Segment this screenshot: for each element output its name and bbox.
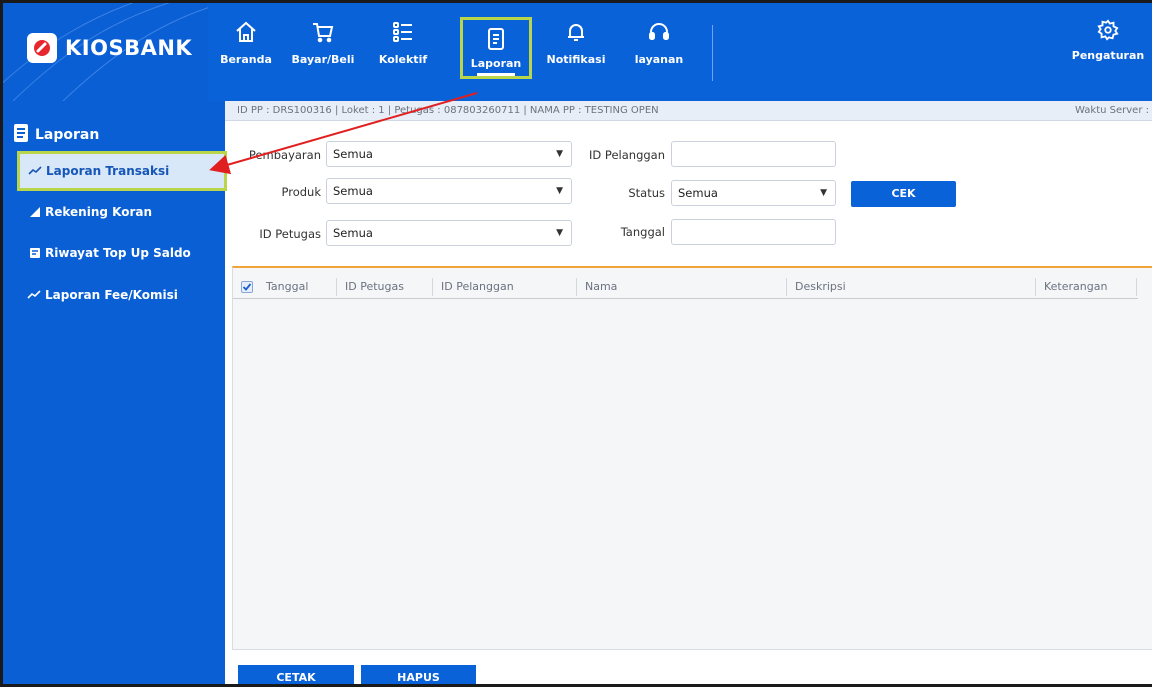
transactions-table: Tanggal ID Petugas ID Pelanggan Nama Des… (232, 266, 1152, 650)
chart-up-icon (19, 206, 41, 218)
produk-label: Produk (281, 185, 322, 199)
trend-icon (20, 166, 42, 176)
active-underline (477, 73, 515, 76)
report-icon (13, 123, 29, 147)
app-window: KIOSBANK Beranda Bayar/Beli Kolektif Lap… (0, 0, 1152, 687)
nav-label: Beranda (220, 53, 272, 66)
column-header-tanggal[interactable]: Tanggal (258, 278, 308, 296)
chevron-down-icon: ▼ (820, 188, 827, 198)
id-petugas-label: ID Petugas (259, 227, 321, 241)
select-all-checkbox[interactable] (241, 281, 253, 293)
topup-icon (19, 247, 41, 259)
column-header-keterangan[interactable]: Keterangan (1035, 278, 1107, 296)
brand-logo-icon (27, 33, 57, 63)
session-info: ID PP : DRS100316 | Loket : 1 | Petugas … (237, 105, 659, 116)
nav-beranda[interactable]: Beranda (213, 17, 279, 66)
nav-pengaturan[interactable]: Pengaturan (1068, 19, 1148, 62)
produk-select[interactable]: Semua ▼ (326, 178, 572, 204)
server-time-label: Waktu Server : (1075, 105, 1149, 116)
trend-icon (19, 290, 41, 300)
pembayaran-value: Semua (333, 147, 373, 161)
column-header-nama[interactable]: Nama (576, 278, 617, 296)
cetak-button[interactable]: CETAK (238, 665, 354, 684)
sidebar-heading-label: Laporan (35, 127, 100, 143)
info-bar: ID PP : DRS100316 | Loket : 1 | Petugas … (225, 101, 1152, 121)
nav-layanan[interactable]: layanan (626, 17, 692, 66)
id-petugas-value: Semua (333, 226, 373, 240)
nav-divider (712, 25, 713, 81)
pembayaran-label: Pembayaran (248, 148, 321, 162)
brand-logo[interactable]: KIOSBANK (27, 33, 192, 63)
headset-icon (626, 17, 692, 47)
top-navbar: KIOSBANK Beranda Bayar/Beli Kolektif Lap… (3, 3, 1152, 101)
table-header: Tanggal ID Petugas ID Pelanggan Nama Des… (233, 273, 1138, 299)
sidebar-item-label: Riwayat Top Up Saldo (45, 246, 191, 260)
id-pelanggan-label: ID Pelanggan (589, 148, 665, 162)
nav-label: layanan (634, 53, 684, 66)
sidebar-item-label: Laporan Transaksi (46, 164, 170, 178)
nav-label: Laporan (470, 57, 522, 70)
chevron-down-icon: ▼ (556, 149, 563, 159)
nav-notifikasi[interactable]: Notifikasi (543, 17, 609, 66)
column-header-deskripsi[interactable]: Deskripsi (786, 278, 846, 296)
sidebar: Laporan Laporan Transaksi Rekening Koran… (3, 101, 227, 684)
report-icon (463, 24, 529, 54)
cek-button[interactable]: CEK (851, 181, 956, 207)
bell-icon (543, 17, 609, 47)
sidebar-heading: Laporan (13, 123, 99, 147)
nav-bayar-beli[interactable]: Bayar/Beli (290, 17, 356, 66)
gear-icon (1068, 19, 1148, 41)
status-label: Status (628, 186, 665, 200)
id-petugas-select[interactable]: Semua ▼ (326, 220, 572, 246)
status-select[interactable]: Semua ▼ (671, 180, 836, 206)
tanggal-label: Tanggal (620, 225, 665, 239)
nav-label: Notifikasi (546, 53, 606, 66)
sidebar-item-laporan-transaksi[interactable]: Laporan Transaksi (17, 151, 227, 191)
cart-icon (290, 17, 356, 47)
column-divider (1136, 278, 1137, 296)
settings-label: Pengaturan (1071, 49, 1145, 62)
sidebar-item-laporan-fee[interactable]: Laporan Fee/Komisi (19, 277, 227, 313)
id-pelanggan-input[interactable] (671, 141, 836, 167)
hapus-button[interactable]: HAPUS (361, 665, 476, 684)
home-icon (213, 17, 279, 47)
pembayaran-select[interactable]: Semua ▼ (326, 141, 572, 167)
sidebar-item-label: Laporan Fee/Komisi (45, 288, 178, 302)
list-icon (370, 17, 436, 47)
status-value: Semua (678, 186, 718, 200)
sidebar-item-rekening-koran[interactable]: Rekening Koran (19, 194, 227, 230)
tanggal-input[interactable] (671, 219, 836, 245)
brand-area: KIOSBANK (3, 3, 208, 101)
produk-value: Semua (333, 184, 373, 198)
nav-label: Bayar/Beli (291, 53, 355, 66)
chevron-down-icon: ▼ (556, 186, 563, 196)
brand-name: KIOSBANK (65, 36, 193, 60)
sidebar-item-riwayat-top-up[interactable]: Riwayat Top Up Saldo (19, 235, 227, 271)
chevron-down-icon: ▼ (556, 228, 563, 238)
column-header-id-pelanggan[interactable]: ID Pelanggan (432, 278, 514, 296)
sidebar-item-label: Rekening Koran (45, 205, 153, 219)
nav-kolektif[interactable]: Kolektif (370, 17, 436, 66)
nav-label: Kolektif (378, 53, 428, 66)
column-header-id-petugas[interactable]: ID Petugas (336, 278, 404, 296)
nav-laporan[interactable]: Laporan (460, 17, 532, 79)
